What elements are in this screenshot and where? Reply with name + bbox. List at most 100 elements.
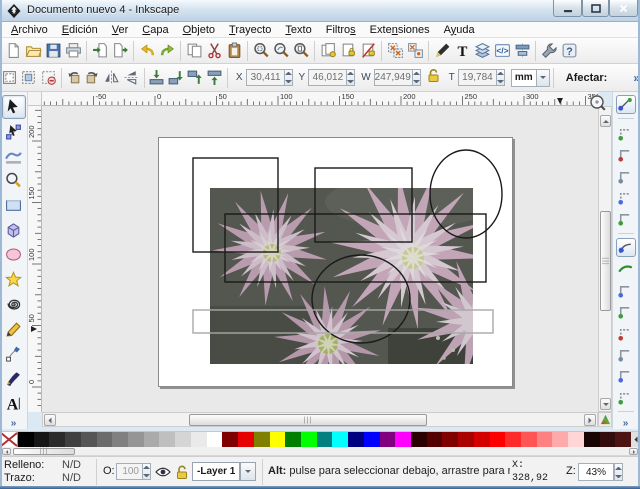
ungroup-objects-button[interactable] [405, 40, 425, 62]
export-bitmap-button[interactable] [110, 40, 130, 62]
field-t-spinner[interactable]: 19,784 [457, 69, 505, 86]
swatch-none[interactable] [0, 432, 18, 447]
palette-scroll-thumb[interactable]: ||| [13, 448, 75, 455]
snap-path-intersections-button[interactable] [616, 280, 636, 299]
raise-button[interactable] [185, 67, 204, 89]
open-document-button[interactable] [23, 40, 43, 62]
snap-line-midpoints-button[interactable] [616, 345, 636, 364]
zoom-to-page-button[interactable] [291, 40, 311, 62]
create-clone-button[interactable] [338, 40, 358, 62]
field-x-spinner[interactable]: 30,411 [245, 69, 293, 86]
color-swatch-00ffff[interactable] [332, 432, 349, 447]
color-swatch-6b6b6b[interactable] [96, 432, 113, 447]
select-all-layers-button[interactable] [19, 67, 38, 89]
print-document-button[interactable] [63, 40, 83, 62]
current-layer-select[interactable]: -Layer 1 [192, 462, 240, 481]
snap-bounding-box-button[interactable] [616, 123, 636, 142]
maximize-button[interactable] [582, 0, 609, 17]
menu-item-texto[interactable]: Texto [278, 23, 318, 37]
field-y-spinner[interactable]: 46,012 [308, 69, 356, 86]
zoom-value[interactable]: 43% [578, 463, 614, 481]
quick-zoom-icon[interactable] [589, 94, 607, 112]
color-swatch-800000[interactable] [442, 432, 459, 447]
palette-scroll-left[interactable] [2, 448, 11, 455]
spiral-tool-button[interactable] [2, 293, 26, 317]
flip-vertical-button[interactable] [122, 67, 141, 89]
color-swatch-bfbfbf[interactable] [159, 432, 176, 447]
color-swatch-ff8080[interactable] [536, 432, 553, 447]
scroll-down-button[interactable] [600, 398, 611, 410]
layers-dialog-button[interactable] [472, 40, 492, 62]
snap-bbox-centers-button[interactable] [616, 209, 636, 228]
color-swatch-e60000[interactable] [238, 432, 254, 447]
color-swatch-008000[interactable] [285, 432, 301, 447]
color-swatch-808080[interactable] [112, 432, 129, 447]
color-swatch-959595[interactable] [128, 432, 144, 447]
color-managed-display-toggle[interactable] [598, 412, 612, 427]
field-y-value[interactable]: 46,012 [308, 69, 347, 86]
box-3d-tool-button[interactable] [2, 218, 26, 242]
field-w-value[interactable]: 247,949 [373, 69, 412, 86]
copy-button[interactable] [184, 40, 204, 62]
color-swatch-ff2a2a[interactable] [505, 432, 521, 447]
rotate-ccw-button[interactable] [64, 67, 83, 89]
layer-lock-icon[interactable] [175, 464, 189, 480]
snap-rotation-centers-button[interactable] [616, 388, 636, 407]
snap-bbox-edges-button[interactable] [616, 145, 636, 164]
menu-item-edición[interactable]: Edición [55, 23, 105, 37]
menu-item-filtros[interactable]: Filtros [319, 23, 363, 37]
color-swatch-d5d5d5[interactable] [175, 432, 191, 447]
node-editor-tool-button[interactable] [2, 120, 26, 144]
input-devices-button[interactable]: ? [559, 40, 579, 62]
snap-bbox-corners-button[interactable] [616, 188, 636, 207]
layer-visibility-eye-icon[interactable] [155, 464, 171, 480]
color-swatch-ffff00[interactable] [269, 432, 286, 447]
tweak-tool-button[interactable] [2, 144, 26, 168]
field-t-value[interactable]: 19,784 [457, 69, 496, 86]
unlink-clone-button[interactable] [358, 40, 378, 62]
rotate-cw-button[interactable] [83, 67, 102, 89]
color-swatch-330d0d[interactable] [599, 432, 616, 447]
scroll-up-button[interactable] [600, 115, 611, 127]
color-swatch-ffd5d5[interactable] [568, 432, 584, 447]
color-swatch-eaeaea[interactable] [190, 432, 207, 447]
redo-button[interactable] [157, 40, 177, 62]
zoom-to-drawing-button[interactable] [271, 40, 291, 62]
menu-item-objeto[interactable]: Objeto [176, 23, 222, 37]
snap-smooth-nodes-button[interactable] [616, 323, 636, 342]
color-swatch-404040[interactable] [65, 432, 81, 447]
color-swatch-555555[interactable] [80, 432, 97, 447]
menu-item-archivo[interactable]: Archivo [4, 23, 55, 37]
lock-ratio-icon[interactable] [421, 68, 443, 87]
zoom-spin-buttons[interactable] [614, 463, 623, 481]
fill-stroke-dialog-button[interactable] [432, 40, 452, 62]
vertical-scrollbar[interactable]: ||| [598, 106, 612, 412]
minimize-button[interactable] [553, 0, 582, 17]
align-distribute-dialog-button[interactable] [512, 40, 532, 62]
layer-dropdown-button[interactable] [240, 462, 256, 481]
selector-tool-button[interactable] [1, 95, 26, 119]
color-swatch-0000ff[interactable] [363, 432, 380, 447]
field-x-spin-buttons[interactable] [283, 69, 293, 86]
import-image-button[interactable] [90, 40, 110, 62]
snapbar-overflow-button[interactable]: » [623, 418, 629, 429]
field-y-spin-buttons[interactable] [346, 69, 356, 86]
field-w-spinner[interactable]: 247,949 [373, 69, 421, 86]
color-swatch-aaaaaa[interactable] [143, 432, 160, 447]
undo-button[interactable] [137, 40, 157, 62]
palette-scrollbar[interactable]: ||| [0, 447, 640, 456]
fill-value[interactable]: N/D [62, 459, 81, 471]
drawing-canvas[interactable] [42, 106, 598, 412]
color-swatch-800000[interactable] [222, 432, 239, 447]
calligraphy-tool-button[interactable] [2, 367, 26, 391]
text-dialog-button[interactable]: T [452, 40, 472, 62]
zoom-spinner[interactable]: 43% [578, 463, 623, 481]
cactus-flower-photo[interactable] [210, 188, 473, 364]
color-swatch-161616[interactable] [33, 432, 50, 447]
color-swatch-4d1414[interactable] [615, 432, 632, 447]
menu-item-capa[interactable]: Capa [135, 23, 175, 37]
lower-button[interactable] [166, 67, 185, 89]
bezier-pen-tool-button[interactable] [2, 342, 26, 366]
rectangle-tool-button[interactable] [2, 194, 26, 218]
pencil-tool-button[interactable] [2, 317, 26, 341]
